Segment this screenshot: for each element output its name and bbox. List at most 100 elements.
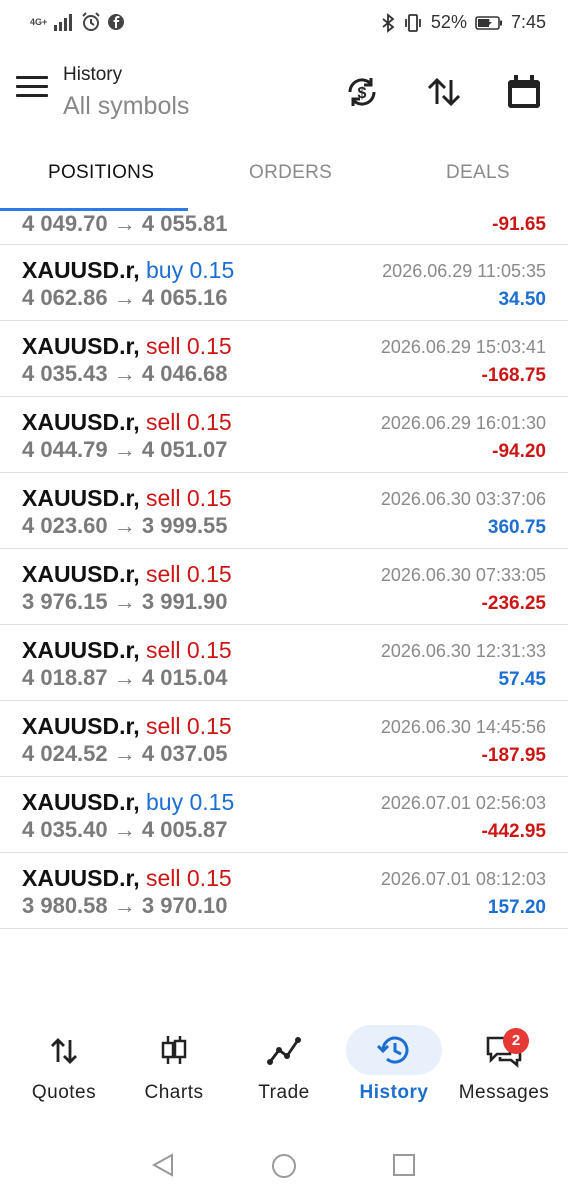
trade-volume: 0.15 (186, 561, 232, 587)
price-range: 4 044.79 → 4 051.07 (22, 437, 228, 463)
nav-label: Trade (258, 1082, 310, 1103)
close-price: 4 051.07 (141, 437, 228, 462)
arrow-icon: → (113, 893, 136, 918)
trade-volume: 0.15 (186, 485, 232, 511)
list-item[interactable]: XAUUSD.r, sell 0.15 2026.07.01 08:12:03 … (0, 853, 568, 929)
nav-trade[interactable]: Trade (229, 1020, 339, 1120)
battery-icon (475, 15, 502, 30)
arrow-icon: → (113, 361, 136, 386)
list-item[interactable]: XAUUSD.r, buy 0.15 2026.07.01 02:56:03 4… (0, 777, 568, 853)
trade-volume: 0.15 (189, 257, 235, 283)
symbol: XAUUSD.r, (22, 637, 140, 663)
trade-date: 2026.06.30 14:45:56 (380, 717, 546, 737)
tab-deals[interactable]: DEALS (446, 162, 510, 184)
page-title: History (63, 64, 123, 85)
open-price: 4 024.52 (22, 741, 108, 766)
open-price: 4 049.70 (22, 211, 108, 236)
arrow-icon: → (113, 665, 136, 690)
close-price: 4 065.16 (141, 285, 228, 310)
open-price: 3 980.58 (22, 893, 108, 918)
trade-side: sell (145, 561, 181, 587)
recents-icon[interactable] (392, 1153, 416, 1177)
messages-badge: 2 (503, 1028, 529, 1054)
symbol: XAUUSD.r, (22, 257, 140, 283)
menu-icon (16, 76, 48, 79)
home-icon[interactable] (270, 1152, 298, 1180)
open-price: 4 044.79 (22, 437, 108, 462)
trade-date: 2026.06.30 12:31:33 (380, 641, 546, 661)
candlestick-icon (161, 1036, 187, 1064)
list-item[interactable]: XAUUSD.r, sell 0.15 2026.06.30 07:33:05 … (0, 549, 568, 625)
trade-volume: 0.15 (186, 713, 232, 739)
back-icon[interactable] (150, 1152, 176, 1178)
trade-line-icon (267, 1037, 301, 1065)
symbol-line: XAUUSD.r, sell 0.15 (22, 865, 232, 892)
arrow-icon: → (113, 285, 136, 310)
status-bar: 4G+ 52% 7:45 (0, 0, 568, 48)
open-price: 4 018.87 (22, 665, 108, 690)
nav-quotes[interactable]: Quotes (9, 1020, 119, 1120)
symbol: XAUUSD.r, (22, 333, 140, 359)
menu-button[interactable] (16, 76, 48, 104)
battery-percent: 52% (430, 12, 467, 32)
close-price: 3 991.90 (141, 589, 228, 614)
trade-side: sell (145, 485, 181, 511)
close-price: 4 055.81 (141, 211, 228, 236)
trade-volume: 0.15 (186, 865, 232, 891)
list-item[interactable]: XAUUSD.r, sell 0.15 2026.06.30 03:37:06 … (0, 473, 568, 549)
symbol-line: XAUUSD.r, sell 0.15 (22, 713, 232, 740)
profit-value: -442.95 (481, 821, 546, 842)
symbol-line: XAUUSD.r, sell 0.15 (22, 637, 232, 664)
price-range: 4 062.86 → 4 065.16 (22, 285, 228, 311)
symbol-line: XAUUSD.r, sell 0.15 (22, 561, 232, 588)
symbol-line: XAUUSD.r, sell 0.15 (22, 485, 232, 512)
status-left: 4G+ (30, 12, 125, 32)
alarm-icon (82, 12, 100, 31)
symbol-filter[interactable]: All symbols (63, 92, 189, 121)
list-item[interactable]: XAUUSD.r, sell 0.15 2026.06.30 14:45:56 … (0, 701, 568, 777)
list-item[interactable]: XAUUSD.r, sell 0.15 2026.06.29 15:03:41 … (0, 321, 568, 397)
trade-side: sell (145, 333, 181, 359)
trade-volume: 0.15 (186, 333, 232, 359)
profit-value: -168.75 (481, 365, 546, 386)
list-item[interactable]: 4 049.70 → 4 055.81 -91.65 (0, 211, 568, 245)
open-price: 3 976.15 (22, 589, 108, 614)
trade-side: sell (145, 409, 181, 435)
arrow-icon: → (113, 741, 136, 766)
price-range: 4 018.87 → 4 015.04 (22, 665, 228, 691)
nav-label: Charts (144, 1082, 204, 1103)
open-price: 4 035.43 (22, 361, 108, 386)
symbol-line: XAUUSD.r, sell 0.15 (22, 333, 232, 360)
nav-label: Messages (458, 1082, 550, 1103)
price-range: 4 035.40 → 4 005.87 (22, 817, 228, 843)
price-range: 3 976.15 → 3 991.90 (22, 589, 228, 615)
currency-exchange-icon[interactable]: $ (342, 72, 382, 112)
close-price: 3 999.55 (141, 513, 228, 538)
profit-value: 360.75 (487, 517, 546, 538)
close-price: 4 046.68 (141, 361, 228, 386)
nav-charts[interactable]: Charts (119, 1020, 229, 1120)
tab-positions[interactable]: POSITIONS (48, 162, 154, 184)
trade-date: 2026.07.01 08:12:03 (380, 869, 546, 889)
list-item[interactable]: XAUUSD.r, buy 0.15 2026.06.29 11:05:35 4… (0, 245, 568, 321)
price-range: 4 049.70 → 4 055.81 (22, 211, 228, 237)
arrow-icon: → (113, 211, 136, 236)
symbol: XAUUSD.r, (22, 865, 140, 891)
profit-value: -236.25 (481, 593, 546, 614)
close-price: 3 970.10 (141, 893, 228, 918)
tab-orders[interactable]: ORDERS (249, 162, 332, 184)
nav-history[interactable]: History (339, 1020, 449, 1120)
trade-side: sell (145, 713, 181, 739)
quotes-arrows-icon (51, 1038, 77, 1064)
profit-value: 57.45 (498, 669, 546, 690)
list-item[interactable]: XAUUSD.r, sell 0.15 2026.06.30 12:31:33 … (0, 625, 568, 701)
arrow-icon: → (113, 817, 136, 842)
trade-date: 2026.06.29 11:05:35 (382, 261, 546, 281)
sort-icon[interactable] (424, 72, 464, 112)
calendar-icon[interactable] (504, 72, 544, 112)
network-type: 4G+ (30, 16, 48, 27)
symbol-line: XAUUSD.r, buy 0.15 (22, 257, 234, 284)
profit-value: -91.65 (492, 214, 546, 235)
list-item[interactable]: XAUUSD.r, sell 0.15 2026.06.29 16:01:30 … (0, 397, 568, 473)
positions-list[interactable]: 4 049.70 → 4 055.81 -91.65 XAUUSD.r, buy… (0, 211, 568, 929)
